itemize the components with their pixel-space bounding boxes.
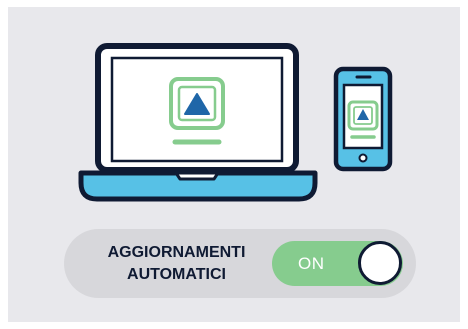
smartphone-icon [333, 66, 393, 172]
auto-update-label: AGGIORNAMENTI AUTOMATICI [84, 242, 269, 286]
toggle-state-label: ON [298, 254, 325, 273]
toggle-knob[interactable] [358, 241, 402, 285]
auto-update-label-line1: AGGIORNAMENTI [107, 244, 246, 261]
auto-update-label-line2: AUTOMATICI [127, 266, 226, 283]
auto-update-setting: AGGIORNAMENTI AUTOMATICI ON [64, 229, 416, 298]
auto-update-toggle[interactable]: ON [272, 241, 403, 286]
phone-home-button [358, 153, 368, 163]
laptop-notch [174, 171, 220, 181]
